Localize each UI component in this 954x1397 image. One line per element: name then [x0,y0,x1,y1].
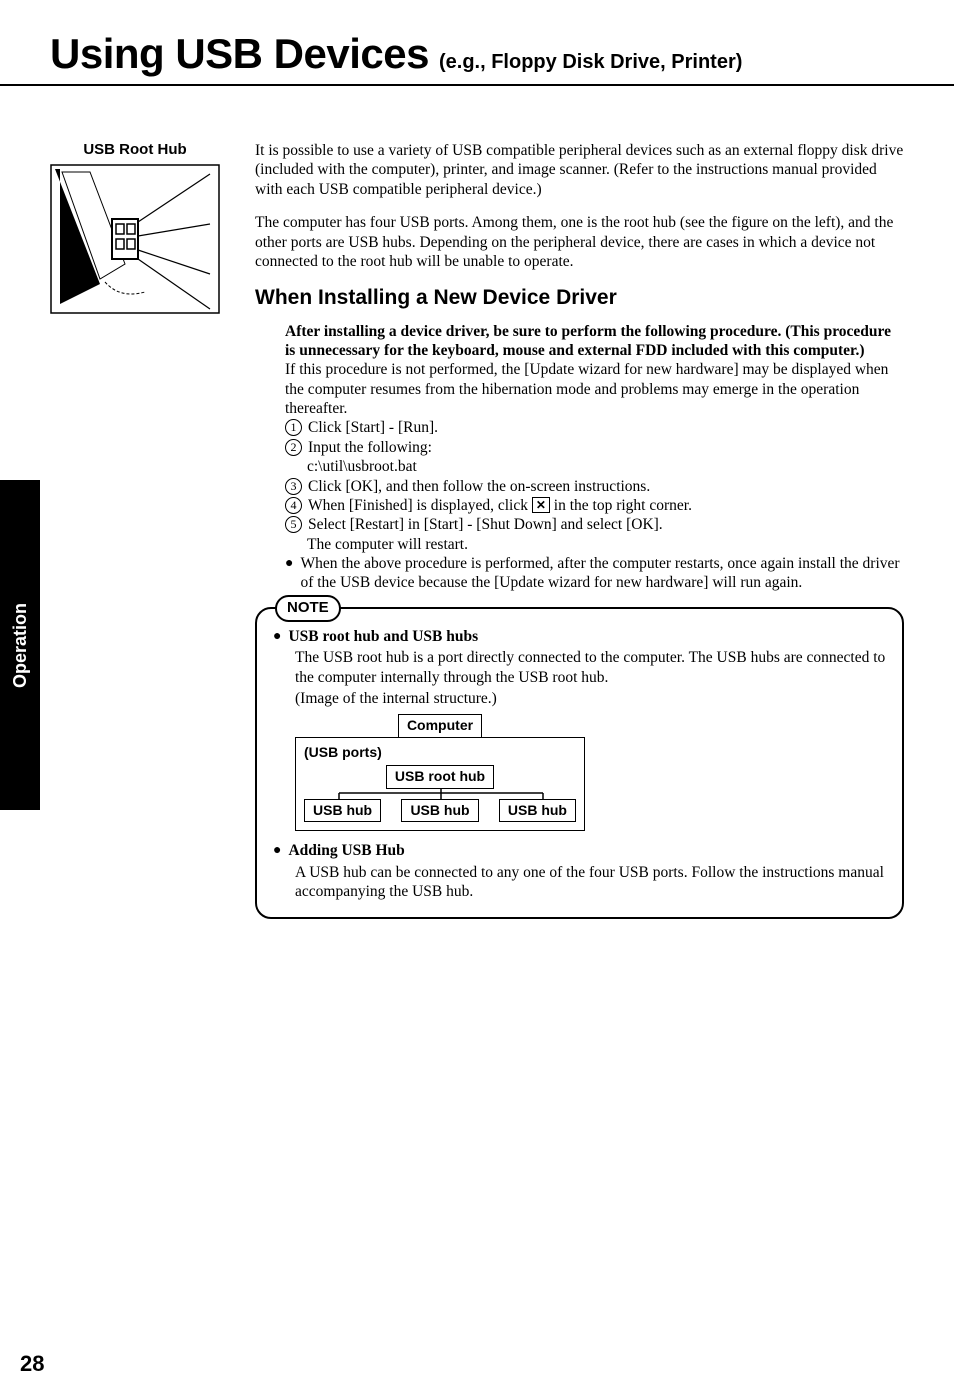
step-2: 2 Input the following: [285,438,904,457]
procedure-lead: After installing a device driver, be sur… [285,322,904,361]
note-item-2-title: Adding USB Hub [288,841,404,860]
right-column: It is possible to use a variety of USB c… [255,141,904,919]
note-item-1-title: USB root hub and USB hubs [288,627,478,646]
intro-paragraph-1: It is possible to use a variety of USB c… [255,141,904,199]
note-item-1-p1: The USB root hub is a port directly conn… [273,648,886,687]
page-number: 28 [20,1351,44,1377]
step-number-icon: 4 [285,497,302,514]
bullet-icon: ● [285,554,293,593]
bullet-icon: ● [273,627,281,646]
step-1-text: Click [Start] - [Run]. [308,418,438,437]
step-4: 4 When [Finished] is displayed, click ✕ … [285,496,904,515]
close-icon: ✕ [532,497,550,513]
page: Using USB Devices (e.g., Floppy Disk Dri… [0,0,954,919]
page-title: Using USB Devices [50,30,429,78]
step-5: 5 Select [Restart] in [Start] - [Shut Do… [285,515,904,534]
step-2-text: Input the following: [308,438,432,457]
diagram-root-hub-box: USB root hub [386,765,494,789]
step-1: 1 Click [Start] - [Run]. [285,418,904,437]
diagram-hub-box: USB hub [304,799,381,823]
procedure-bullet: ● When the above procedure is performed,… [285,554,904,593]
step-number-icon: 2 [285,439,302,456]
note-label: NOTE [275,595,341,622]
bullet-icon: ● [273,841,281,860]
procedure-warning: If this procedure is not performed, the … [285,360,904,418]
step-number-icon: 3 [285,478,302,495]
usb-structure-diagram: Computer (USB ports) USB root hub [295,714,585,831]
title-row: Using USB Devices (e.g., Floppy Disk Dri… [50,30,904,78]
diagram-hub-box: USB hub [499,799,576,823]
step-2-path: c:\util\usbroot.bat [285,457,904,476]
note-item-1: ● USB root hub and USB hubs [273,627,886,646]
intro-paragraph-2: The computer has four USB ports. Among t… [255,213,904,271]
step-number-icon: 1 [285,419,302,436]
section-heading: When Installing a New Device Driver [255,285,904,311]
note-box: NOTE ● USB root hub and USB hubs The USB… [255,607,904,920]
procedure-block: After installing a device driver, be sur… [255,322,904,593]
diagram-hub-box: USB hub [401,799,478,823]
step-4b: in the top right corner. [550,497,692,514]
title-divider [0,84,954,86]
page-subtitle: (e.g., Floppy Disk Drive, Printer) [439,51,742,74]
diagram-connectors [304,789,576,799]
diagram-computer-box: Computer [398,714,482,738]
content-row: USB Root Hub It [50,141,904,919]
diagram-ports-label: (USB ports) [304,744,576,762]
step-5-text: Select [Restart] in [Start] - [Shut Down… [308,515,663,534]
note-item-1-p2: (Image of the internal structure.) [273,689,886,708]
step-3-text: Click [OK], and then follow the on-scree… [308,477,650,496]
step-4a: When [Finished] is displayed, click [308,497,532,514]
figure-caption: USB Root Hub [50,141,220,158]
step-3: 3 Click [OK], and then follow the on-scr… [285,477,904,496]
diagram-hub-row: USB hub USB hub USB hub [304,799,576,823]
note-item-2-p: A USB hub can be connected to any one of… [273,863,886,902]
usb-root-hub-illustration [50,164,220,314]
step-5-note: The computer will restart. [285,535,904,554]
step-number-icon: 5 [285,516,302,533]
diagram-ports-box: (USB ports) USB root hub [295,737,585,832]
note-item-2: ● Adding USB Hub [273,841,886,860]
procedure-bullet-text: When the above procedure is performed, a… [300,554,904,593]
left-column: USB Root Hub [50,141,220,919]
step-4-text: When [Finished] is displayed, click ✕ in… [308,496,692,515]
